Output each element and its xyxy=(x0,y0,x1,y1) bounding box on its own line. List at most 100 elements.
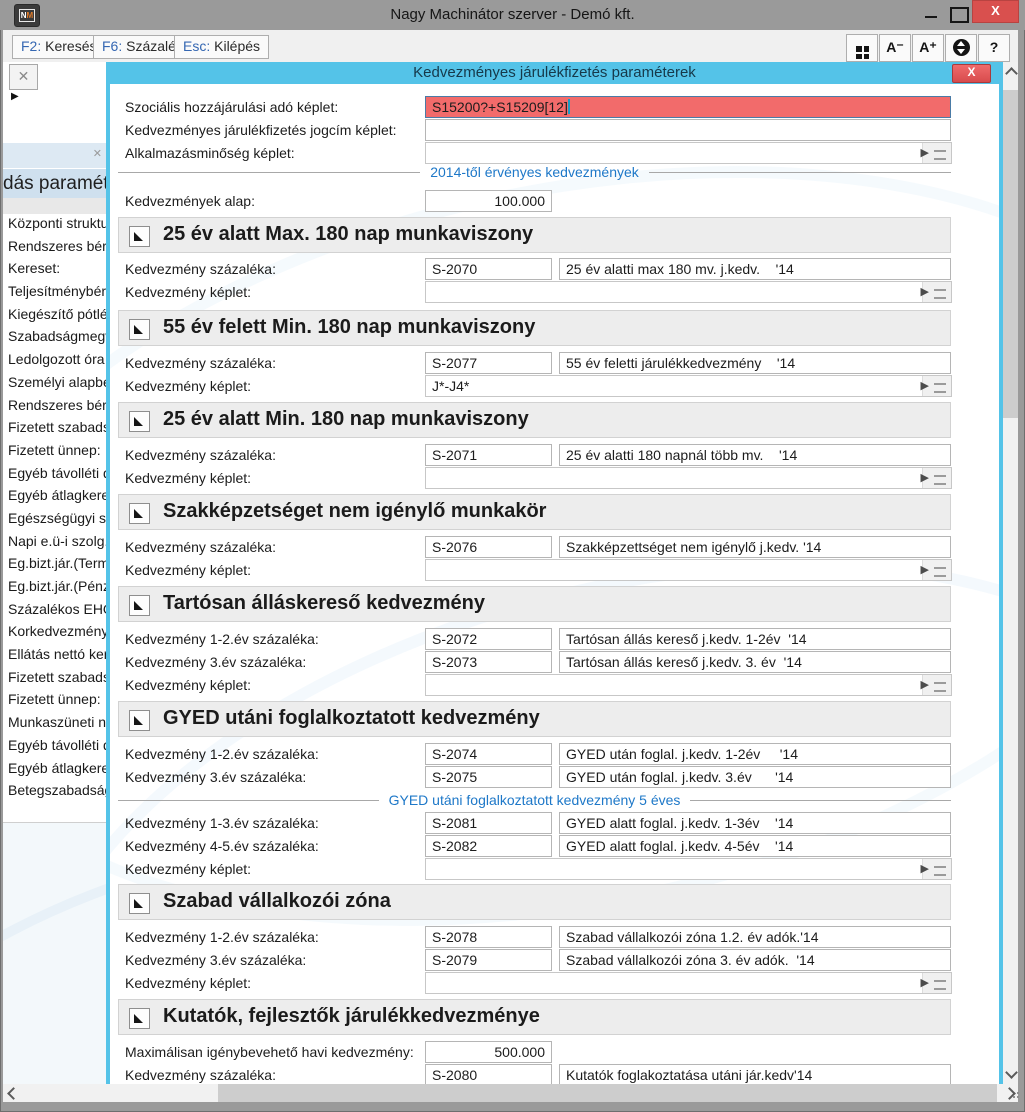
percent-desc-field[interactable]: Szabad vállalkozói zóna 3. év adók. '14 xyxy=(559,949,951,971)
szochoz-formula-input[interactable]: S15200?+S15209[12] xyxy=(425,96,951,118)
section-collapse-button[interactable] xyxy=(129,411,150,432)
formula-value[interactable] xyxy=(426,143,923,163)
base-amount-input[interactable]: 100.000 xyxy=(425,190,552,212)
percent-code-input[interactable]: S-2075 xyxy=(425,766,552,788)
horizontal-scrollbar[interactable] xyxy=(3,1084,1018,1102)
horizontal-scrollbar-thumb[interactable] xyxy=(218,1084,997,1102)
formula-value[interactable]: J*-J4* xyxy=(426,376,923,396)
percent-code-input[interactable]: S-2076 xyxy=(425,536,552,558)
exit-button[interactable]: Esc: Kilépés xyxy=(174,35,270,59)
panel-close-button[interactable]: ✕ xyxy=(9,64,38,90)
tiles-button[interactable] xyxy=(846,34,878,62)
formula-menu-icon[interactable] xyxy=(934,866,946,876)
vertical-scrollbar[interactable] xyxy=(1003,62,1018,1084)
percent-desc-field[interactable]: Tartósan állás kereső j.kedv. 3. év '14 xyxy=(559,651,951,673)
percent-desc-field[interactable]: Szabad vállalkozói zóna 1.2. év adók.'14 xyxy=(559,926,951,948)
formula-expand-icon[interactable]: ▶ xyxy=(921,973,929,993)
max-monthly-discount-input[interactable]: 500.000 xyxy=(425,1041,552,1063)
sidebar-field-label: Teljesítménybér: xyxy=(8,283,106,300)
discount-formula-field[interactable]: ▶ xyxy=(425,559,952,581)
formula-value[interactable] xyxy=(426,468,923,488)
formula-menu-icon[interactable] xyxy=(934,383,946,393)
discount-formula-field[interactable]: ▶ xyxy=(425,858,952,880)
formula-value[interactable] xyxy=(426,282,923,302)
formula-menu-icon[interactable] xyxy=(934,475,946,485)
percent-desc-field[interactable]: GYED után foglal. j.kedv. 3.év '14 xyxy=(559,766,951,788)
sidebar-field-label: Egyéb átlagkere xyxy=(8,487,106,504)
maximize-button[interactable] xyxy=(950,7,969,23)
formula-menu-icon[interactable] xyxy=(934,289,946,299)
formula-value[interactable] xyxy=(426,973,923,993)
percent-desc-field[interactable]: 25 év alatti 180 napnál több mv. '14 xyxy=(559,444,951,466)
scroll-up-icon[interactable] xyxy=(1005,67,1018,80)
minimize-button[interactable] xyxy=(920,8,942,22)
discount-formula-field[interactable]: ▶ xyxy=(425,467,952,489)
percent-desc-field[interactable]: 55 év feletti járulékkedvezmény '14 xyxy=(559,352,951,374)
field-label: Kedvezmény 1-3.év százaléka: xyxy=(125,815,319,831)
percent-code-input[interactable]: S-2070 xyxy=(425,258,552,280)
input-value: S-2075 xyxy=(432,769,478,785)
percent-code-input[interactable]: S-2073 xyxy=(425,651,552,673)
discount-formula-field[interactable]: ▶ xyxy=(425,674,952,696)
section-collapse-button[interactable] xyxy=(129,710,150,731)
panel-collapse-icon[interactable]: ▶ xyxy=(11,91,19,102)
scroll-left-icon[interactable] xyxy=(7,1087,20,1100)
percent-desc-field[interactable]: Tartósan állás kereső j.kedv. 1-2év '14 xyxy=(559,628,951,650)
sidebar-field-label: Egyéb átlagkere xyxy=(8,759,106,776)
percent-code-input[interactable]: S-2079 xyxy=(425,949,552,971)
section-collapse-button[interactable] xyxy=(129,319,150,340)
percent-code-input[interactable]: S-2074 xyxy=(425,743,552,765)
percent-desc-field[interactable]: Szakképzettséget nem igénylő j.kedv. '14 xyxy=(559,536,951,558)
section-collapse-button[interactable] xyxy=(129,503,150,524)
search-button[interactable]: F2: Keresés xyxy=(12,35,106,59)
formula-expand-icon[interactable]: ▶ xyxy=(921,143,929,163)
percent-code-input[interactable]: S-2080 xyxy=(425,1064,552,1084)
discount-formula-field[interactable]: ▶ xyxy=(425,972,952,994)
input-value: 25 év alatti max 180 mv. j.kedv. '14 xyxy=(566,261,794,277)
dialog-close-button[interactable]: X xyxy=(952,64,991,83)
field-row: Maximálisan igénybevehető havi kedvezmén… xyxy=(110,1041,999,1063)
formula-expand-icon[interactable]: ▶ xyxy=(921,859,929,879)
percent-code-input[interactable]: S-2072 xyxy=(425,628,552,650)
percent-code-input[interactable]: S-2078 xyxy=(425,926,552,948)
percent-desc-field[interactable]: Kutatók foglakoztatása utáni jár.kedv'14 xyxy=(559,1064,951,1084)
percent-desc-field[interactable]: 25 év alatti max 180 mv. j.kedv. '14 xyxy=(559,258,951,280)
formula-menu-icon[interactable] xyxy=(934,567,946,577)
vertical-scrollbar-thumb[interactable] xyxy=(1003,90,1018,418)
formula-expand-icon[interactable]: ▶ xyxy=(921,282,929,302)
strip-close-icon[interactable]: ✕ xyxy=(93,147,102,160)
percent-desc-field[interactable]: GYED alatt foglal. j.kedv. 4-5év '14 xyxy=(559,835,951,857)
scroll-down-icon[interactable] xyxy=(1005,1066,1018,1079)
discount-formula-field[interactable]: J*-J4* ▶ xyxy=(425,375,952,397)
section-collapse-button[interactable] xyxy=(129,893,150,914)
formula-menu-icon[interactable] xyxy=(934,682,946,692)
resize-grip[interactable] xyxy=(1013,1096,1015,1098)
percent-code-input[interactable]: S-2082 xyxy=(425,835,552,857)
field-label: Kedvezmény százaléka: xyxy=(125,355,276,371)
percent-code-input[interactable]: S-2071 xyxy=(425,444,552,466)
percent-desc-field[interactable]: GYED után foglal. j.kedv. 1-2év '14 xyxy=(559,743,951,765)
formula-expand-icon[interactable]: ▶ xyxy=(921,675,929,695)
formula-value[interactable] xyxy=(426,675,923,695)
jogcim-formula-input[interactable] xyxy=(425,119,951,141)
formula-expand-icon[interactable]: ▶ xyxy=(921,468,929,488)
formula-menu-icon[interactable] xyxy=(934,150,946,160)
section-collapse-button[interactable] xyxy=(129,1008,150,1029)
alkmin-formula-field[interactable]: ▶ xyxy=(425,142,952,164)
section-collapse-button[interactable] xyxy=(129,595,150,616)
formula-value[interactable] xyxy=(426,859,923,879)
discount-formula-field[interactable]: ▶ xyxy=(425,281,952,303)
font-smaller-button[interactable]: A⁻ xyxy=(879,34,911,62)
font-larger-button[interactable]: A⁺ xyxy=(912,34,944,62)
formula-expand-icon[interactable]: ▶ xyxy=(921,560,929,580)
formula-menu-icon[interactable] xyxy=(934,980,946,990)
navigate-button[interactable] xyxy=(945,34,977,62)
formula-expand-icon[interactable]: ▶ xyxy=(921,376,929,396)
percent-code-input[interactable]: S-2077 xyxy=(425,352,552,374)
section-collapse-button[interactable] xyxy=(129,226,150,247)
window-close-button[interactable]: X xyxy=(972,0,1019,23)
help-button[interactable]: ? xyxy=(978,34,1010,62)
formula-value[interactable] xyxy=(426,560,923,580)
percent-desc-field[interactable]: GYED alatt foglal. j.kedv. 1-3év '14 xyxy=(559,812,951,834)
percent-code-input[interactable]: S-2081 xyxy=(425,812,552,834)
